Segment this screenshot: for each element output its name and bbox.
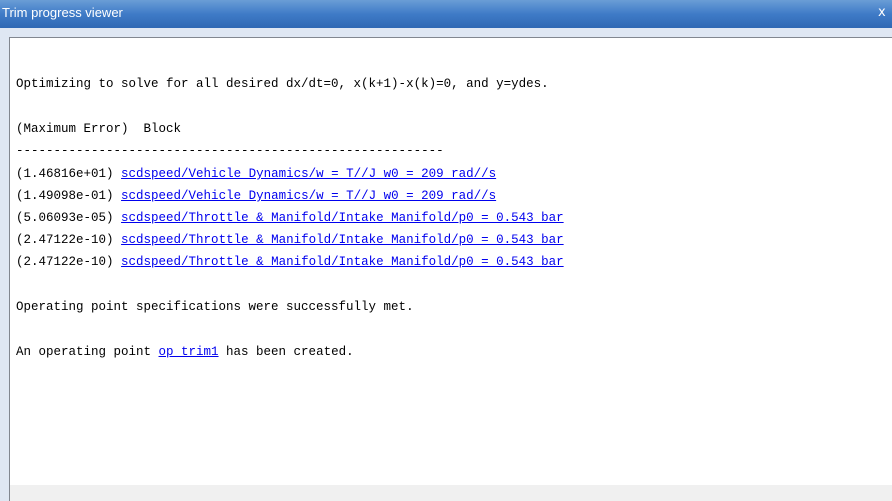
op-trim-link[interactable]: op_trim1 — [159, 345, 219, 359]
intro-text: Optimizing to solve for all desired dx/d… — [16, 77, 549, 91]
block-link[interactable]: scdspeed/Throttle & Manifold/Intake Mani… — [121, 255, 564, 269]
error-value: (2.47122e-10) — [16, 255, 114, 269]
error-value: (5.06093e-05) — [16, 211, 114, 225]
table-row: (2.47122e-10) scdspeed/Throttle & Manifo… — [16, 231, 564, 249]
created-prefix: An operating point — [16, 345, 159, 359]
block-link[interactable]: scdspeed/Throttle & Manifold/Intake Mani… — [121, 233, 564, 247]
success-message: Operating point specifications were succ… — [16, 300, 414, 314]
block-link[interactable]: scdspeed/Throttle & Manifold/Intake Mani… — [121, 211, 564, 225]
error-value: (1.49098e-01) — [16, 189, 114, 203]
table-row: (5.06093e-05) scdspeed/Throttle & Manifo… — [16, 209, 564, 227]
error-value: (2.47122e-10) — [16, 233, 114, 247]
table-row: (2.47122e-10) scdspeed/Throttle & Manifo… — [16, 253, 564, 271]
block-link[interactable]: scdspeed/Vehicle Dynamics/w = T//J w0 = … — [121, 167, 496, 181]
separator-line: ----------------------------------------… — [16, 144, 444, 158]
title-bar[interactable]: Trim progress viewer x — [0, 0, 892, 28]
table-header: (Maximum Error) Block — [16, 122, 182, 136]
window-title: Trim progress viewer — [2, 5, 123, 20]
created-suffix: has been created. — [218, 345, 354, 359]
block-link[interactable]: scdspeed/Vehicle Dynamics/w = T//J w0 = … — [121, 189, 496, 203]
log-output-area[interactable]: Optimizing to solve for all desired dx/d… — [9, 37, 892, 485]
error-value: (1.46816e+01) — [16, 167, 114, 181]
status-area — [9, 485, 892, 501]
table-row: (1.46816e+01) scdspeed/Vehicle Dynamics/… — [16, 165, 496, 183]
close-icon[interactable]: x — [878, 4, 892, 22]
created-message: An operating point op_trim1 has been cre… — [16, 343, 354, 361]
trim-progress-window: Trim progress viewer x Optimizing to sol… — [0, 0, 892, 501]
table-row: (1.49098e-01) scdspeed/Vehicle Dynamics/… — [16, 187, 496, 205]
